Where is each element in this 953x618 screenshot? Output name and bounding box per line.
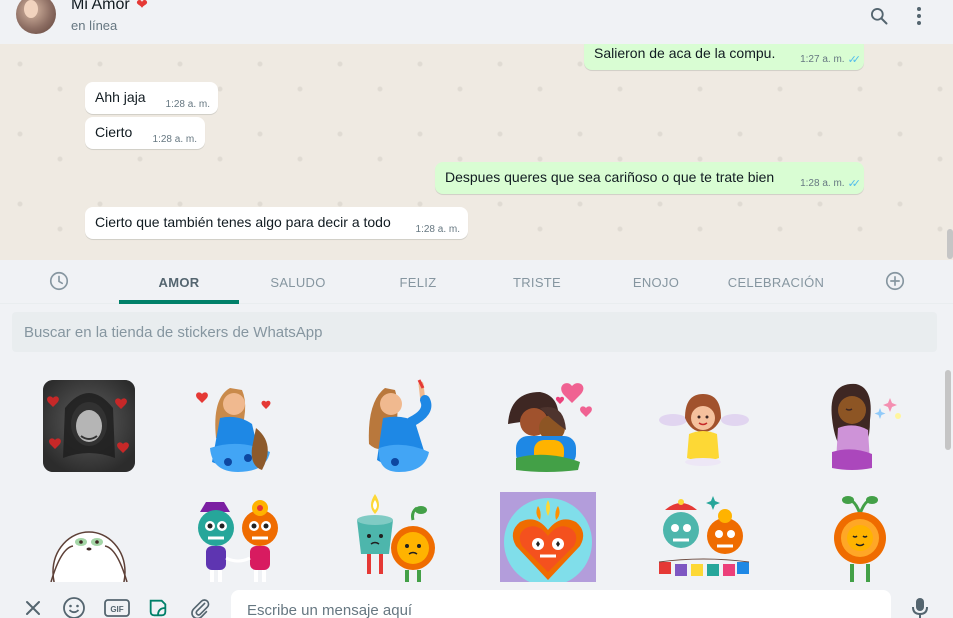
sticker-icon[interactable] [146,596,170,618]
read-ticks-icon: ✓✓ [847,178,862,190]
compose-bar: GIF [0,582,953,618]
contact-name-text: Mi Amor [71,0,130,13]
sticker-search[interactable] [12,312,937,352]
tab-triste[interactable]: TRISTE [477,260,597,304]
tab-saludo[interactable]: SALUDO [238,260,358,304]
tab-celebracion[interactable]: CELEBRACIÓN [716,260,836,304]
sloth-sticker[interactable] [41,492,137,582]
message-time: 1:27 a. m. ✓✓ [800,54,862,66]
message-text: Ahh jaja [95,89,146,105]
flower-character-sticker[interactable] [812,492,908,582]
sticker-panel-scrollbar[interactable] [945,370,951,450]
attach-icon[interactable] [188,596,212,618]
gif-label: GIF [110,605,123,614]
woman-sparkles-sticker[interactable] [812,378,908,474]
sticker-search-input[interactable] [12,312,937,352]
message-time: 1:28 a. m. [165,99,210,110]
message-input[interactable] [231,590,891,618]
message-outgoing[interactable]: Salieron de aca de la compu. 1:27 a. m. ✓… [584,44,864,70]
chat-area: Salieron de aca de la compu. 1:27 a. m. ✓… [0,44,953,260]
woman-pointing-sticker[interactable] [349,378,445,474]
heart-emoji: ❤ [136,0,148,12]
contact-status: en línea [71,18,118,33]
skull-pair-flags-sticker[interactable] [655,492,751,582]
message-outgoing[interactable]: Despues queres que sea cariñoso o que te… [435,162,864,194]
woman-blowing-kiss-sticker[interactable] [190,378,286,474]
skull-couple-sticker[interactable] [190,492,286,582]
tab-amor[interactable]: AMOR [119,260,239,304]
clock-icon[interactable] [48,270,72,294]
message-incoming[interactable]: Cierto 1:28 a. m. [85,117,205,149]
message-incoming[interactable]: Cierto que también tenes algo para decir… [85,207,468,239]
message-time: 1:28 a. m. [415,224,460,235]
tab-feliz[interactable]: FELIZ [358,260,478,304]
emoji-icon[interactable] [62,596,86,618]
sticker-grid [0,360,946,582]
chat-scrollbar[interactable] [947,229,953,259]
add-icon[interactable] [884,270,908,294]
message-text: Salieron de aca de la compu. [594,45,776,61]
chat-header: Mi Amor ❤ en línea [0,0,953,44]
girl-clouds-sticker[interactable] [655,378,751,474]
contact-avatar[interactable] [16,0,56,34]
active-tab-indicator [119,300,239,304]
read-ticks-icon: ✓✓ [847,54,862,66]
menu-icon[interactable] [907,4,931,28]
message-time: 1:28 a. m. [152,134,197,145]
couple-hug-hearts-sticker[interactable] [500,378,596,474]
message-text: Cierto que también tenes algo para decir… [95,214,391,230]
message-text: Despues queres que sea cariñoso o que te… [445,169,775,185]
message-time: 1:28 a. m. ✓✓ [800,178,862,190]
photo-girl-hearts-sticker[interactable] [41,378,137,474]
contact-name[interactable]: Mi Amor ❤ [71,0,148,14]
mic-icon[interactable] [908,596,932,618]
message-input-box[interactable] [231,590,891,618]
tab-enojo[interactable]: ENOJO [596,260,716,304]
message-incoming[interactable]: Ahh jaja 1:28 a. m. [85,82,218,114]
message-text: Cierto [95,124,133,140]
sticker-tabs: AMOR SALUDO FELIZ TRISTE ENOJO CELEBRACI… [0,260,953,304]
gif-icon[interactable]: GIF [104,596,130,618]
candle-flower-sticker[interactable] [349,492,445,582]
close-icon[interactable] [21,596,45,618]
search-icon[interactable] [867,4,891,28]
heart-skull-sticker[interactable] [500,492,596,582]
